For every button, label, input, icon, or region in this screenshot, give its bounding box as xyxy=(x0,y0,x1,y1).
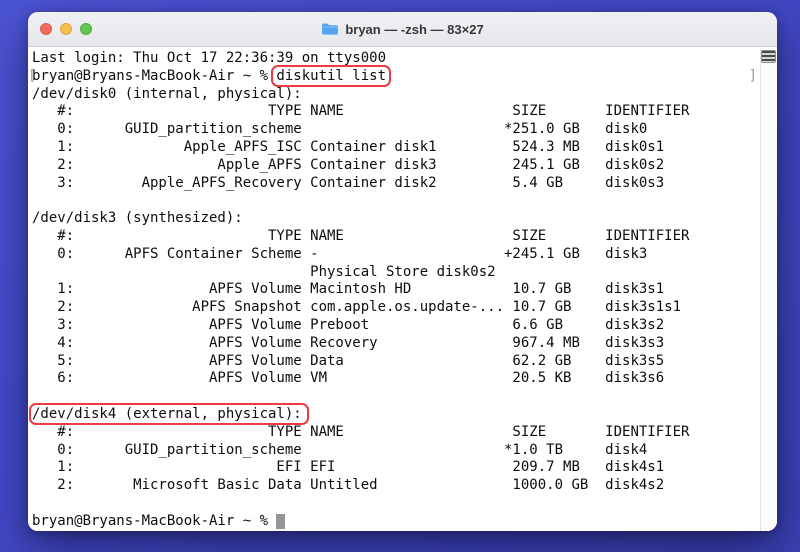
window-title: bryan — -zsh — 83×27 xyxy=(321,22,483,37)
window-title-text: bryan — -zsh — 83×27 xyxy=(345,22,483,37)
terminal-line: #: TYPE NAME SIZE IDENTIFIER xyxy=(32,424,760,442)
prompt-mark-right: ] xyxy=(749,68,757,86)
terminal-line: 1: EFI EFI 209.7 MB disk4s1 xyxy=(32,459,760,477)
terminal-window: bryan — -zsh — 83×27 [ ] Last login: Thu… xyxy=(28,12,777,531)
terminal-cursor xyxy=(276,514,284,529)
terminal-line: #: TYPE NAME SIZE IDENTIFIER xyxy=(32,103,760,121)
disk4-annotation xyxy=(29,403,309,425)
minimize-button[interactable] xyxy=(60,23,72,35)
terminal-line: bryan@Bryans-MacBook-Air ~ % xyxy=(32,513,760,531)
terminal-line: bryan@Bryans-MacBook-Air ~ % diskutil li… xyxy=(32,68,760,86)
prompt-mark-left: [ xyxy=(28,68,36,86)
terminal-line: 2: APFS Snapshot com.apple.os.update-...… xyxy=(32,299,760,317)
close-button[interactable] xyxy=(40,23,52,35)
terminal-line: 6: APFS Volume VM 20.5 KB disk3s6 xyxy=(32,370,760,388)
zoom-button[interactable] xyxy=(80,23,92,35)
terminal-line: 1: APFS Volume Macintosh HD 10.7 GB disk… xyxy=(32,281,760,299)
terminal-content: [ ] Last login: Thu Oct 17 22:36:39 on t… xyxy=(28,48,777,531)
terminal-line: 2: Apple_APFS Container disk3 245.1 GB d… xyxy=(32,157,760,175)
terminal-line xyxy=(32,192,760,210)
scrollbar[interactable] xyxy=(760,48,777,531)
terminal-line: 1: Apple_APFS_ISC Container disk1 524.3 … xyxy=(32,139,760,157)
terminal-line: 0: GUID_partition_scheme *1.0 TB disk4 xyxy=(32,442,760,460)
terminal-line: Last login: Thu Oct 17 22:36:39 on ttys0… xyxy=(32,50,760,68)
terminal-line: #: TYPE NAME SIZE IDENTIFIER xyxy=(32,228,760,246)
terminal-line: 2: Microsoft Basic Data Untitled 1000.0 … xyxy=(32,477,760,495)
folder-icon xyxy=(321,22,339,36)
terminal-line: 0: APFS Container Scheme - +245.1 GB dis… xyxy=(32,246,760,264)
terminal-line: Physical Store disk0s2 xyxy=(32,264,760,282)
terminal-line: 5: APFS Volume Data 62.2 GB disk3s5 xyxy=(32,353,760,371)
title-bar[interactable]: bryan — -zsh — 83×27 xyxy=(28,12,777,47)
terminal-line xyxy=(32,495,760,513)
terminal-output: [ ] Last login: Thu Oct 17 22:36:39 on t… xyxy=(28,48,760,531)
terminal-line: 4: APFS Volume Recovery 967.4 MB disk3s3 xyxy=(32,335,760,353)
split-pane-icon[interactable] xyxy=(761,50,776,63)
terminal-line: 3: Apple_APFS_Recovery Container disk2 5… xyxy=(32,175,760,193)
terminal-line: 3: APFS Volume Preboot 6.6 GB disk3s2 xyxy=(32,317,760,335)
terminal-line: /dev/disk3 (synthesized): xyxy=(32,210,760,228)
terminal-line: /dev/disk0 (internal, physical): xyxy=(32,86,760,104)
traffic-lights xyxy=(40,12,92,46)
terminal-line: 0: GUID_partition_scheme *251.0 GB disk0 xyxy=(32,121,760,139)
diskutil-list-annotation xyxy=(271,65,391,87)
